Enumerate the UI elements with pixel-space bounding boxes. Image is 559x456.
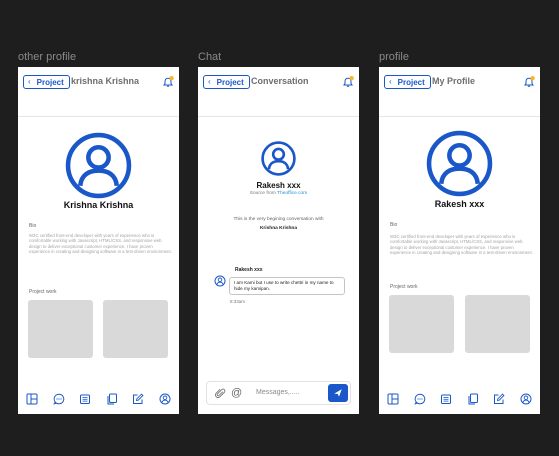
user-avatar-icon bbox=[65, 132, 132, 199]
chevron-left-icon: ‹ bbox=[208, 77, 211, 86]
contact-name: Rakesh xxx bbox=[256, 181, 301, 190]
bottom-nav bbox=[379, 388, 540, 414]
bio-text: W3C certified front-end developer with y… bbox=[29, 233, 172, 255]
at-sign-icon[interactable]: @ bbox=[231, 386, 242, 400]
copy-icon[interactable] bbox=[467, 393, 479, 405]
back-button-label: Project bbox=[397, 77, 425, 87]
chat-screen: ‹ Project Conversation Rakesh xxx Source… bbox=[198, 67, 359, 414]
page-title: Conversation bbox=[251, 76, 309, 86]
back-button[interactable]: ‹ Project bbox=[384, 75, 431, 89]
user-avatar-icon bbox=[261, 141, 296, 176]
message-sender: Rakesh xxx bbox=[235, 267, 263, 273]
page-title: My Profile bbox=[432, 76, 476, 86]
bio-label: Bio bbox=[29, 223, 37, 229]
chevron-left-icon: ‹ bbox=[28, 77, 31, 86]
source-link[interactable]: Theoffice.com bbox=[277, 191, 307, 196]
sender-avatar-icon bbox=[214, 275, 226, 287]
document-icon[interactable] bbox=[440, 393, 452, 405]
profile-name: Krishna Krishna bbox=[63, 200, 134, 210]
back-button-label: Project bbox=[216, 77, 244, 87]
header: ‹ Project My Profile bbox=[379, 67, 540, 117]
send-icon bbox=[334, 389, 342, 397]
bottom-nav bbox=[18, 388, 179, 414]
contact-source: Source from Theoffice.com bbox=[198, 191, 359, 196]
profile-icon[interactable] bbox=[159, 393, 171, 405]
frame-label-chat: Chat bbox=[198, 51, 222, 63]
my-profile-screen: ‹ Project My Profile Rakesh xxx Bio W3C … bbox=[379, 67, 540, 414]
bio-label: Bio bbox=[390, 222, 398, 228]
paperclip-icon[interactable] bbox=[215, 388, 226, 399]
user-avatar-icon bbox=[426, 130, 493, 197]
back-button[interactable]: ‹ Project bbox=[23, 75, 70, 89]
page-title: krishna Krishna bbox=[71, 76, 140, 86]
frame-label-profile: profile bbox=[379, 51, 409, 63]
message-composer: @ Messages,..... bbox=[206, 381, 351, 405]
layout-icon[interactable] bbox=[26, 393, 38, 405]
message-bubble: I am Kami but I use to write chettri in … bbox=[229, 277, 345, 295]
bell-icon[interactable] bbox=[342, 75, 354, 87]
send-button[interactable] bbox=[328, 384, 348, 402]
project-work-label: Project work bbox=[390, 284, 418, 290]
edit-icon[interactable] bbox=[132, 393, 144, 405]
bio-text: W3C certified front-end developer with y… bbox=[390, 234, 533, 256]
profile-icon[interactable] bbox=[520, 393, 532, 405]
project-thumbnail[interactable] bbox=[465, 295, 530, 353]
document-icon[interactable] bbox=[79, 393, 91, 405]
back-button-label: Project bbox=[36, 77, 64, 87]
edit-icon[interactable] bbox=[493, 393, 505, 405]
project-thumbnail[interactable] bbox=[389, 295, 454, 353]
conversation-intro-name: Krishna Krishna bbox=[259, 226, 298, 231]
bell-icon[interactable] bbox=[162, 75, 174, 87]
copy-icon[interactable] bbox=[106, 393, 118, 405]
profile-name: Rakesh xxx bbox=[434, 199, 485, 209]
header: ‹ Project krishna Krishna bbox=[18, 67, 179, 117]
chat-icon[interactable] bbox=[413, 393, 426, 405]
conversation-intro: This is the very begining conversation w… bbox=[233, 217, 324, 222]
header: ‹ Project Conversation bbox=[198, 67, 359, 117]
back-button[interactable]: ‹ Project bbox=[203, 75, 250, 89]
chat-icon[interactable] bbox=[52, 393, 65, 405]
source-prefix: Source from bbox=[249, 191, 276, 196]
layout-icon[interactable] bbox=[387, 393, 399, 405]
message-input[interactable]: Messages,..... bbox=[256, 389, 300, 396]
project-thumbnail[interactable] bbox=[28, 300, 93, 358]
other-profile-screen: ‹ Project krishna Krishna Krishna Krishn… bbox=[18, 67, 179, 414]
message-time: 8:33am bbox=[230, 299, 246, 304]
frame-label-other-profile: other profile bbox=[18, 51, 77, 63]
chevron-left-icon: ‹ bbox=[389, 77, 392, 86]
bell-icon[interactable] bbox=[523, 75, 535, 87]
project-thumbnail[interactable] bbox=[103, 300, 168, 358]
project-work-label: Project work bbox=[29, 289, 57, 295]
